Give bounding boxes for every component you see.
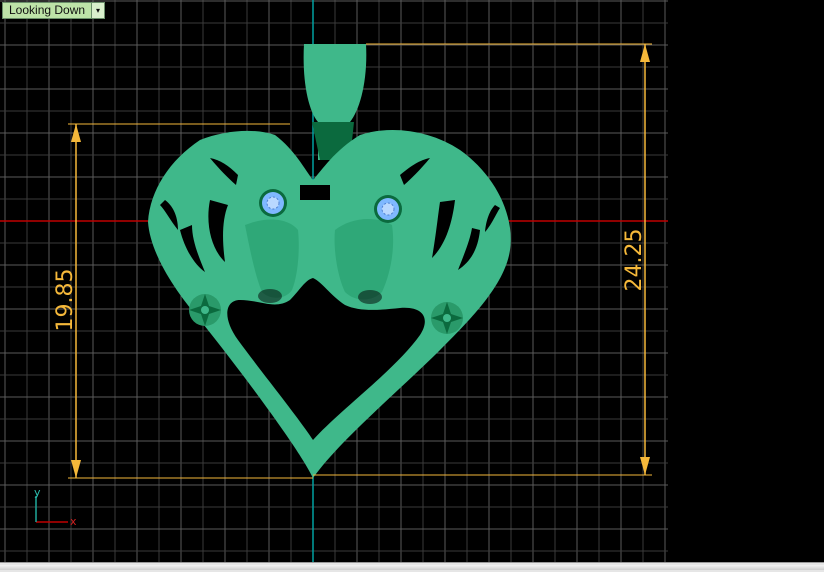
view-name-text[interactable]: Looking Down [3,3,91,18]
flower-ornament-icon[interactable] [189,294,221,326]
axis-y-label: y [34,486,41,499]
flower-ornament-icon[interactable] [431,302,463,334]
gemstone-icon[interactable] [259,189,287,217]
bottom-status-bar [0,562,824,572]
chevron-down-icon[interactable]: ▾ [91,3,105,18]
dimension-left-value: 19.85 [53,269,78,332]
dimension-right-value: 24.25 [622,229,647,292]
status-bar-strip [0,565,824,570]
gemstone-icon[interactable] [374,195,402,223]
viewport-looking-down[interactable]: 19.85 24.25 x y Looking Down ▾ [0,0,824,572]
axis-x-label: x [70,515,77,528]
view-name-label[interactable]: Looking Down ▾ [2,2,106,19]
viewport-empty-area [668,0,824,562]
viewport-canvas[interactable]: 19.85 24.25 x y [0,0,824,572]
